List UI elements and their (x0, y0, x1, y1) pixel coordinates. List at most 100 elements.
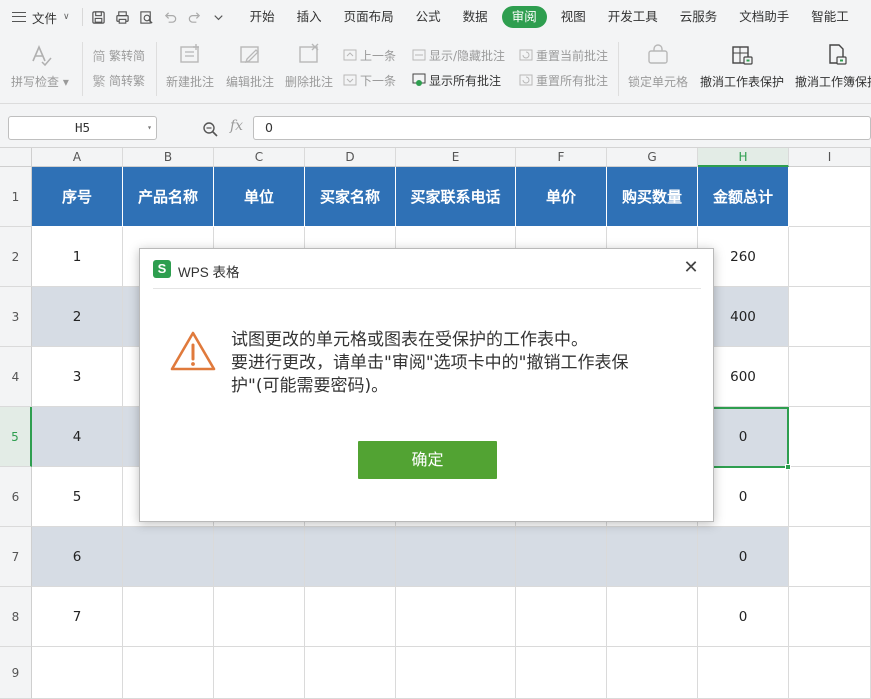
cell-e8[interactable] (396, 587, 516, 647)
tab-cloud-services[interactable]: 云服务 (669, 6, 729, 28)
cell-i6[interactable] (789, 467, 871, 527)
header-cell-phone[interactable]: 买家联系电话 (396, 167, 516, 227)
cell-g9[interactable] (607, 647, 698, 699)
cell-c9[interactable] (214, 647, 305, 699)
tab-document-assistant[interactable]: 文档助手 (728, 6, 800, 28)
cell-a2[interactable]: 1 (32, 227, 123, 287)
cell-f9[interactable] (516, 647, 607, 699)
tab-formulas[interactable]: 公式 (405, 6, 452, 28)
row-header-9[interactable]: 9 (0, 647, 32, 699)
cell-b8[interactable] (123, 587, 214, 647)
ok-button[interactable]: 确定 (358, 441, 497, 479)
cell-d9[interactable] (305, 647, 396, 699)
spellcheck-button[interactable]: 拼写检查 ▾ (11, 42, 69, 90)
row-header-1[interactable]: 1 (0, 167, 32, 227)
row-header-7[interactable]: 7 (0, 527, 32, 587)
row-header-5[interactable]: 5 (0, 407, 32, 467)
column-header-g[interactable]: G (607, 148, 698, 167)
column-header-c[interactable]: C (214, 148, 305, 167)
tab-insert[interactable]: 插入 (286, 6, 333, 28)
select-all-corner[interactable] (0, 148, 32, 167)
insert-function-button[interactable]: fx (230, 118, 243, 134)
formula-input[interactable]: 0 (253, 116, 871, 140)
undo-button[interactable] (159, 5, 183, 29)
cell-h7[interactable]: 0 (698, 527, 789, 587)
header-cell-product[interactable]: 产品名称 (123, 167, 214, 227)
header-cell-unit[interactable]: 单位 (214, 167, 305, 227)
fill-handle[interactable] (785, 464, 791, 470)
cell-c7[interactable] (214, 527, 305, 587)
next-comment-button[interactable]: 下一条 (343, 71, 396, 89)
header-cell-quantity[interactable]: 购买数量 (607, 167, 698, 227)
prev-comment-button[interactable]: 上一条 (343, 46, 396, 64)
column-header-f[interactable]: F (516, 148, 607, 167)
edit-comment-button[interactable]: 编辑批注 (226, 42, 274, 90)
delete-comment-button[interactable]: 删除批注 (285, 42, 333, 90)
cell-i3[interactable] (789, 287, 871, 347)
simp-to-trad-button[interactable]: 繁 简转繁 (92, 71, 145, 90)
trad-to-simp-button[interactable]: 简 繁转简 (92, 46, 145, 65)
cell-d8[interactable] (305, 587, 396, 647)
cell-f8[interactable] (516, 587, 607, 647)
column-header-e[interactable]: E (396, 148, 516, 167)
zoom-icon[interactable] (202, 121, 218, 137)
tab-data[interactable]: 数据 (452, 6, 499, 28)
column-header-h[interactable]: H (698, 148, 789, 167)
tab-view[interactable]: 视图 (550, 6, 597, 28)
column-header-i[interactable]: I (789, 148, 871, 167)
tab-smart-tools[interactable]: 智能工 (800, 6, 860, 28)
row-header-4[interactable]: 4 (0, 347, 32, 407)
cell-b9[interactable] (123, 647, 214, 699)
row-header-2[interactable]: 2 (0, 227, 32, 287)
cell-e7[interactable] (396, 527, 516, 587)
cell-c8[interactable] (214, 587, 305, 647)
save-button[interactable] (87, 5, 111, 29)
cell-a4[interactable]: 3 (32, 347, 123, 407)
unprotect-workbook-button[interactable]: 撤消工作簿保护 (795, 42, 871, 90)
cell-d7[interactable] (305, 527, 396, 587)
cell-h9[interactable] (698, 647, 789, 699)
cell-a7[interactable]: 6 (32, 527, 123, 587)
header-cell-buyer[interactable]: 买家名称 (305, 167, 396, 227)
cell-g8[interactable] (607, 587, 698, 647)
redo-button[interactable] (183, 5, 207, 29)
close-button[interactable]: ✕ (682, 259, 700, 277)
cell-a5[interactable]: 4 (32, 407, 123, 467)
cell-i8[interactable] (789, 587, 871, 647)
tab-review[interactable]: 审阅 (501, 6, 547, 28)
cell-a3[interactable]: 2 (32, 287, 123, 347)
cell-i9[interactable] (789, 647, 871, 699)
row-header-6[interactable]: 6 (0, 467, 32, 527)
print-button[interactable] (111, 5, 135, 29)
header-cell-price[interactable]: 单价 (516, 167, 607, 227)
cell-i2[interactable] (789, 227, 871, 287)
cell-a9[interactable] (32, 647, 123, 699)
tab-developer[interactable]: 开发工具 (597, 6, 669, 28)
row-header-8[interactable]: 8 (0, 587, 32, 647)
tab-page-layout[interactable]: 页面布局 (333, 6, 405, 28)
unprotect-sheet-button[interactable]: 撤消工作表保护 (700, 42, 784, 90)
cell-f7[interactable] (516, 527, 607, 587)
cell-g7[interactable] (607, 527, 698, 587)
cell-e9[interactable] (396, 647, 516, 699)
header-cell-seq[interactable]: 序号 (32, 167, 123, 227)
show-all-comments-button[interactable]: 显示所有批注 (412, 71, 501, 89)
cell-i5[interactable] (789, 407, 871, 467)
cell-b7[interactable] (123, 527, 214, 587)
cell-i1[interactable] (789, 167, 871, 227)
lock-cell-button[interactable]: 锁定单元格 (628, 42, 688, 90)
column-header-b[interactable]: B (123, 148, 214, 167)
name-box[interactable]: H5 ▾ (8, 116, 157, 140)
header-cell-total[interactable]: 金额总计 (698, 167, 789, 227)
column-header-a[interactable]: A (32, 148, 123, 167)
column-header-d[interactable]: D (305, 148, 396, 167)
reset-current-comment-button[interactable]: 重置当前批注 (519, 46, 608, 64)
cell-a6[interactable]: 5 (32, 467, 123, 527)
cell-a8[interactable]: 7 (32, 587, 123, 647)
quick-access-dropdown[interactable] (207, 5, 231, 29)
show-hide-comment-button[interactable]: 显示/隐藏批注 (412, 46, 505, 64)
new-comment-button[interactable]: 新建批注 (166, 42, 214, 90)
reset-all-comments-button[interactable]: 重置所有批注 (519, 71, 608, 89)
cell-i4[interactable] (789, 347, 871, 407)
cell-h8[interactable]: 0 (698, 587, 789, 647)
